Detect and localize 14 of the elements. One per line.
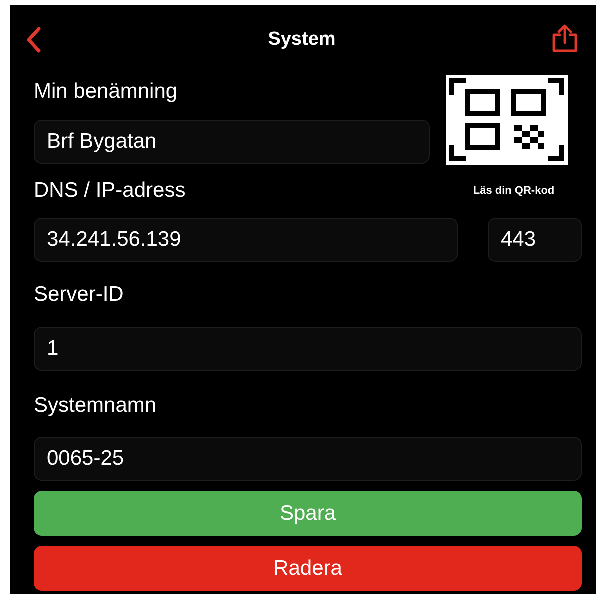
- field-label: Server-ID: [34, 282, 124, 308]
- field-label: Systemnamn: [34, 393, 157, 419]
- screen-title: System: [268, 28, 336, 50]
- field-label: Min benämning: [34, 79, 178, 105]
- host-field[interactable]: 34.241.56.139: [34, 218, 458, 262]
- name-field[interactable]: Brf Bygatan: [34, 120, 430, 164]
- qr-code-icon[interactable]: [446, 75, 568, 165]
- port-field[interactable]: 443: [488, 218, 582, 262]
- field-label: DNS / IP-adress: [34, 178, 186, 204]
- back-icon[interactable]: [26, 26, 42, 52]
- qr-caption: Läs din QR-kod: [472, 185, 556, 197]
- delete-button[interactable]: Radera: [34, 546, 582, 591]
- system-name-field[interactable]: 0065-25: [34, 437, 582, 481]
- server-id-field[interactable]: 1: [34, 327, 582, 371]
